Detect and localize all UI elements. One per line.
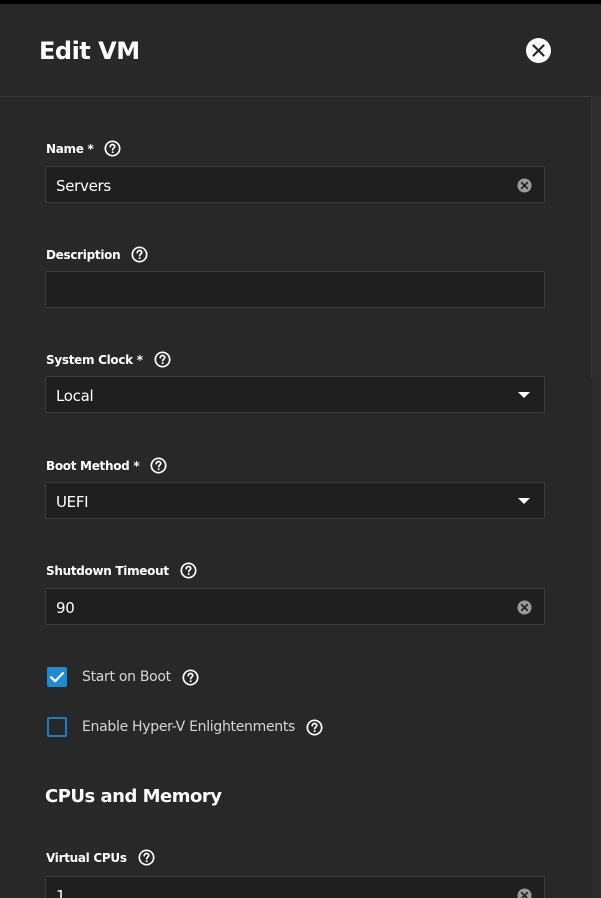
description-label-text: Description <box>46 247 121 262</box>
system-clock-field-label: System Clock * <box>46 351 171 368</box>
virtual-cpus-field-label: Virtual CPUs <box>46 849 155 866</box>
chevron-down-icon <box>518 498 530 504</box>
hyperv-row: Enable Hyper-V Enlightenments <box>47 717 323 737</box>
boot-method-selected-value: UEFI <box>56 493 89 511</box>
help-icon[interactable] <box>150 457 167 474</box>
start-on-boot-label: Start on Boot <box>82 669 171 685</box>
virtual-cpus-input-value: 1 <box>56 887 66 898</box>
chevron-down-icon <box>518 392 530 398</box>
help-icon[interactable] <box>180 562 197 579</box>
system-clock-select[interactable]: Local <box>45 376 545 413</box>
help-icon[interactable] <box>154 351 171 368</box>
shutdown-timeout-field-label: Shutdown Timeout <box>46 562 197 579</box>
name-field-label: Name * <box>46 140 121 157</box>
description-input[interactable] <box>45 271 545 308</box>
system-clock-label-text: System Clock * <box>46 352 143 367</box>
checkmark-icon <box>49 671 65 683</box>
name-label-text: Name * <box>46 141 94 156</box>
shutdown-timeout-label-text: Shutdown Timeout <box>46 563 169 578</box>
shutdown-timeout-input[interactable]: 90 <box>45 588 545 625</box>
boot-method-field-label: Boot Method * <box>46 457 167 474</box>
help-icon[interactable] <box>138 849 155 866</box>
clear-icon[interactable] <box>517 888 532 898</box>
help-icon[interactable] <box>104 140 121 157</box>
virtual-cpus-label-text: Virtual CPUs <box>46 850 127 865</box>
start-on-boot-row: Start on Boot <box>47 667 199 687</box>
close-button[interactable] <box>526 38 551 63</box>
boot-method-label-text: Boot Method * <box>46 458 140 473</box>
virtual-cpus-input[interactable]: 1 <box>45 876 545 898</box>
dialog-title: Edit VM <box>39 37 140 65</box>
description-field-label: Description <box>46 246 148 263</box>
clear-icon[interactable] <box>517 178 532 193</box>
boot-method-select[interactable]: UEFI <box>45 482 545 519</box>
hyperv-checkbox[interactable] <box>47 717 67 737</box>
help-icon[interactable] <box>306 718 323 736</box>
dialog-header: Edit VM <box>0 4 601 97</box>
name-input[interactable]: Servers <box>45 166 545 203</box>
clear-icon[interactable] <box>517 600 532 615</box>
system-clock-selected-value: Local <box>56 387 94 405</box>
scrollbar-thumb[interactable] <box>591 96 601 378</box>
help-icon[interactable] <box>182 668 199 686</box>
cpus-memory-section-title: CPUs and Memory <box>45 786 222 807</box>
shutdown-timeout-input-value: 90 <box>56 599 75 617</box>
hyperv-label: Enable Hyper-V Enlightenments <box>82 719 296 735</box>
scrollbar[interactable] <box>591 96 601 898</box>
name-input-value: Servers <box>56 177 111 195</box>
help-icon[interactable] <box>131 246 148 263</box>
close-icon <box>532 44 545 57</box>
start-on-boot-checkbox[interactable] <box>47 667 67 687</box>
edit-vm-dialog: Edit VM Name * Servers Description Syste… <box>0 4 601 898</box>
